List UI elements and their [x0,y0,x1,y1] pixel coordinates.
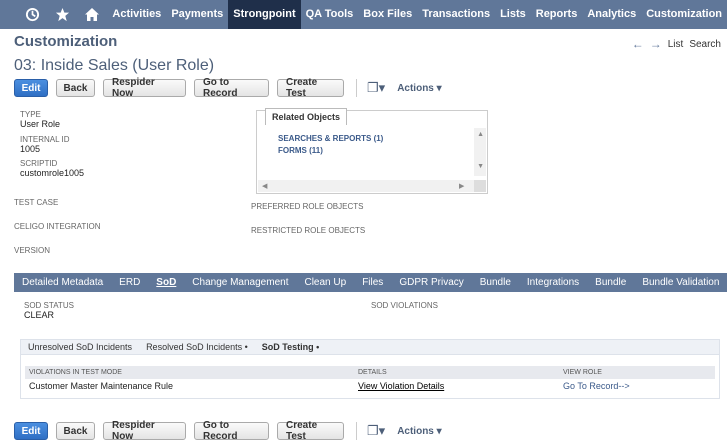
search-link[interactable]: Search [689,39,721,50]
restricted-role-objects-label: RESTRICTED ROLE OBJECTS [251,226,366,235]
new-record-icon[interactable]: ❐▾ [367,80,385,96]
type-field: TYPE User Role [20,110,60,130]
restricted-role-objects-field: RESTRICTED ROLE OBJECTS [251,226,365,235]
celigo-integration-label: CELIGO INTEGRATION [14,222,101,231]
go-to-record-link[interactable]: Go To Record--> [563,381,713,391]
violations-table: VIOLATIONS IN TEST MODE DETAILS VIEW ROL… [25,366,715,393]
scroll-right-icon[interactable]: ▶ [459,182,464,190]
nav-lists[interactable]: Lists [495,0,531,29]
test-case-field: TEST CASE [14,198,58,207]
tab-bundle-validation[interactable]: Bundle Validation [634,273,727,292]
bottom-button-bar: Edit Back Respider Now Go to Record Crea… [14,420,442,442]
table-row: Customer Master Maintenance Rule View Vi… [25,379,715,393]
internal-id-value: 1005 [20,144,41,154]
related-objects-title: Related Objects [265,108,348,125]
sod-panel-tabs: Unresolved SoD Incidents Resolved SoD In… [21,340,719,355]
nav-customization[interactable]: Customization [641,0,727,29]
nav-strongpoint[interactable]: Strongpoint [228,0,301,29]
home-icon[interactable] [78,0,108,29]
violation-name: Customer Master Maintenance Rule [29,381,174,391]
sod-violations-field: SOD VIOLATIONS [371,301,438,310]
tab-bundle-2[interactable]: Bundle [587,273,634,292]
sod-status-value: CLEAR [24,310,55,320]
top-nav-bar: Activities Payments Strongpoint QA Tools… [0,0,727,29]
recent-history-icon[interactable] [18,0,48,29]
tab-files[interactable]: Files [354,273,391,292]
preferred-role-objects-label: PREFERRED ROLE OBJECTS [251,202,364,211]
nav-box-files[interactable]: Box Files [358,0,417,29]
top-button-bar: Edit Back Respider Now Go to Record Crea… [14,77,442,99]
header-view-role: VIEW ROLE [563,369,602,376]
nav-activities[interactable]: Activities [107,0,166,29]
sod-incidents-panel: Unresolved SoD Incidents Resolved SoD In… [20,339,720,399]
scriptid-field: SCRIPTID customrole1005 [20,159,84,179]
scriptid-value: customrole1005 [20,168,85,178]
actions-menu[interactable]: Actions ▾ [397,83,441,94]
tab-detailed-metadata[interactable]: Detailed Metadata [14,273,111,292]
back-button-bottom[interactable]: Back [56,422,95,440]
view-violation-details-link[interactable]: View Violation Details [358,381,563,391]
respider-now-button[interactable]: Respider Now [103,77,186,99]
tab-sod-testing[interactable]: SoD Testing • [255,342,327,352]
page-title: Customization [14,33,118,50]
create-test-button[interactable]: Create Test [277,77,344,99]
scroll-down-icon[interactable]: ▼ [477,163,484,170]
version-field: VERSION [14,246,50,255]
header-violations: VIOLATIONS IN TEST MODE [29,369,122,376]
scroll-left-icon[interactable]: ◀ [262,182,267,190]
star-icon[interactable] [48,0,78,29]
internal-id-field: INTERNAL ID 1005 [20,135,70,155]
tab-integrations[interactable]: Integrations [519,273,587,292]
arrow-left-icon[interactable]: ← [632,37,644,51]
nav-qa-tools[interactable]: QA Tools [301,0,359,29]
tab-unresolved-sod-incidents[interactable]: Unresolved SoD Incidents [21,342,139,352]
type-value: User Role [20,119,61,129]
record-navigation: ← → List Search [632,37,721,51]
respider-now-button-bottom[interactable]: Respider Now [103,420,186,442]
related-link-forms[interactable]: FORMS (11) [278,146,323,155]
related-link-searches-reports[interactable]: SEARCHES & REPORTS (1) [278,134,383,143]
actions-menu-bottom[interactable]: Actions ▾ [397,426,441,437]
sod-violations-label: SOD VIOLATIONS [371,301,438,310]
celigo-integration-field: CELIGO INTEGRATION [14,222,101,231]
tab-sod[interactable]: SoD [148,273,184,292]
new-record-icon-bottom[interactable]: ❐▾ [367,423,385,439]
go-to-record-button[interactable]: Go to Record [194,77,269,99]
subtab-bar: Detailed Metadata ERD SoD Change Managem… [14,273,727,292]
scrollbar-corner [474,180,486,192]
record-title: 03: Inside Sales (User Role) [14,57,215,74]
tab-gdpr-privacy[interactable]: GDPR Privacy [391,273,471,292]
internal-id-label: INTERNAL ID [20,135,70,144]
nav-analytics[interactable]: Analytics [582,0,641,29]
tab-resolved-sod-incidents[interactable]: Resolved SoD Incidents • [139,342,255,352]
tab-bundle[interactable]: Bundle [472,273,519,292]
back-button[interactable]: Back [56,79,95,97]
table-header: VIOLATIONS IN TEST MODE DETAILS VIEW ROL… [25,366,715,379]
sod-status-field: SOD STATUS CLEAR [24,301,74,321]
nav-transactions[interactable]: Transactions [417,0,495,29]
arrow-right-icon[interactable]: → [650,37,662,51]
header-details: DETAILS [358,369,387,376]
version-label: VERSION [14,246,51,255]
sod-status-label: SOD STATUS [24,301,74,310]
tab-change-management[interactable]: Change Management [184,273,296,292]
scroll-up-icon[interactable]: ▲ [477,131,484,138]
test-case-label: TEST CASE [14,198,59,207]
create-test-button-bottom[interactable]: Create Test [277,420,344,442]
nav-payments[interactable]: Payments [166,0,228,29]
button-separator [356,79,357,97]
preferred-role-objects-field: PREFERRED ROLE OBJECTS [251,202,363,211]
button-separator-bottom [356,422,357,440]
tab-clean-up[interactable]: Clean Up [296,273,354,292]
edit-button[interactable]: Edit [14,79,48,97]
nav-reports[interactable]: Reports [531,0,583,29]
horizontal-scrollbar[interactable] [258,180,474,192]
edit-button-bottom[interactable]: Edit [14,422,48,440]
type-label: TYPE [20,110,41,119]
list-link[interactable]: List [668,39,684,50]
scriptid-label: SCRIPTID [20,159,58,168]
tab-erd[interactable]: ERD [111,273,148,292]
go-to-record-button-bottom[interactable]: Go to Record [194,420,269,442]
